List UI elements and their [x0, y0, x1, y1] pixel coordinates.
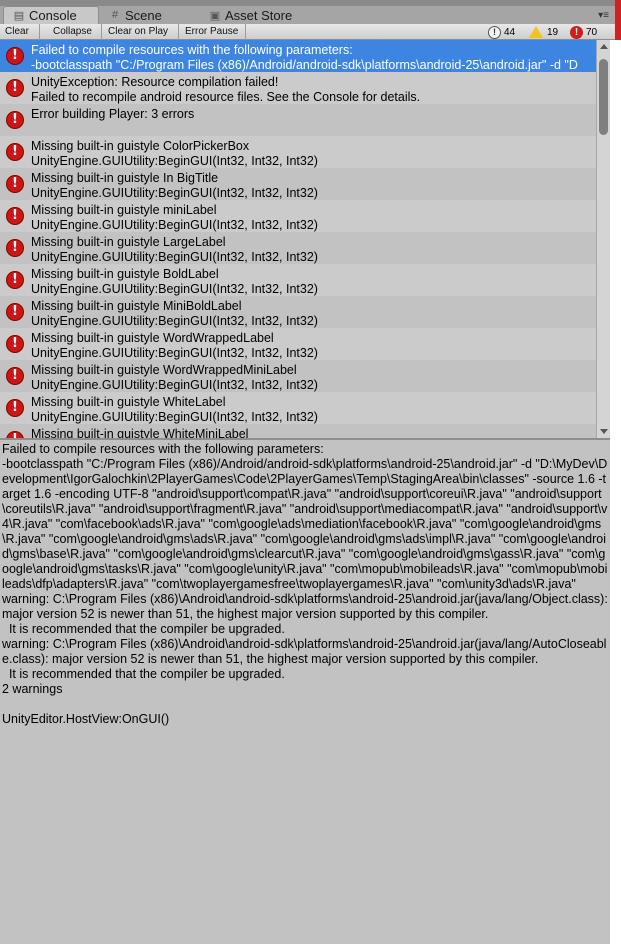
log-entry-message: Missing built-in guistyle MiniBoldLabel [31, 299, 242, 313]
log-entry-message: Missing built-in guistyle WhiteMiniLabel [31, 427, 249, 438]
tab-scene[interactable]: # Scene [100, 6, 190, 24]
tab-scene-label: Scene [125, 7, 162, 23]
error-icon: ! [6, 431, 24, 438]
log-entry[interactable]: ! Failed to compile resources with the f… [0, 40, 596, 72]
log-entry[interactable]: ! Missing built-in guistyle In BigTitle … [0, 168, 596, 200]
clear-button[interactable]: Clear [0, 24, 40, 40]
log-entry-detail: UnityEngine.GUIUtility:BeginGUI(Int32, I… [31, 154, 318, 168]
log-entry-detail: -bootclasspath "C:/Program Files (x86)/A… [31, 58, 578, 72]
warning-icon [529, 26, 543, 38]
warning-count: 19 [547, 26, 559, 38]
log-entry-message: UnityException: Resource compilation fai… [31, 75, 279, 89]
log-entry[interactable]: ! Error building Player: 3 errors [0, 104, 596, 136]
log-entry-text: Missing built-in guistyle LargeLabel Uni… [31, 235, 318, 265]
log-entry[interactable]: ! Missing built-in guistyle WordWrappedM… [0, 360, 596, 392]
log-entry-text: Missing built-in guistyle WordWrappedLab… [31, 331, 318, 361]
error-icon: ! [6, 47, 24, 65]
log-entry-detail: UnityEngine.GUIUtility:BeginGUI(Int32, I… [31, 282, 318, 296]
error-icon: ! [6, 335, 24, 353]
error-icon: ! [6, 239, 24, 257]
error-pause-button[interactable]: Error Pause [180, 24, 246, 40]
log-entry[interactable]: ! Missing built-in guistyle MiniBoldLabe… [0, 296, 596, 328]
scroll-down-arrow-icon[interactable] [600, 429, 608, 434]
right-edge-panel [610, 40, 621, 944]
info-count-toggle[interactable]: ! 44 [488, 24, 515, 40]
right-edge-red-strip [615, 0, 621, 40]
collapse-button[interactable]: Collapse [48, 24, 102, 40]
tab-asset-store[interactable]: ▣ Asset Store [200, 6, 320, 24]
log-entry-text: Missing built-in guistyle miniLabel Unit… [31, 203, 318, 233]
log-entry-message: Missing built-in guistyle LargeLabel [31, 235, 226, 249]
error-icon: ! [6, 303, 24, 321]
log-entry-text: Error building Player: 3 errors [31, 107, 194, 122]
log-entry-text: UnityException: Resource compilation fai… [31, 75, 420, 105]
log-list-scrollbar[interactable] [596, 40, 610, 438]
console-toolbar: Clear Collapse Clear on Play Error Pause… [0, 24, 615, 40]
error-count: 70 [586, 26, 598, 38]
log-list: ! Failed to compile resources with the f… [0, 40, 596, 438]
error-icon: ! [570, 25, 583, 39]
log-entry-detail: Failed to recompile android resource fil… [31, 90, 421, 104]
log-entry-text: Missing built-in guistyle ColorPickerBox… [31, 139, 318, 169]
log-entry-detail: UnityEngine.GUIUtility:BeginGUI(Int32, I… [31, 378, 318, 392]
log-entry-message: Missing built-in guistyle WordWrappedMin… [31, 363, 297, 377]
log-entry-detail: UnityEngine.GUIUtility:BeginGUI(Int32, I… [31, 218, 318, 232]
log-entry-message: Missing built-in guistyle WordWrappedLab… [31, 331, 274, 345]
info-count: 44 [504, 26, 516, 38]
log-entry[interactable]: ! Missing built-in guistyle ColorPickerB… [0, 136, 596, 168]
scroll-up-arrow-icon[interactable] [600, 44, 608, 49]
log-entry-detail: UnityEngine.GUIUtility:BeginGUI(Int32, I… [31, 186, 318, 200]
log-entry[interactable]: ! Missing built-in guistyle LargeLabel U… [0, 232, 596, 264]
scene-grid-icon: # [111, 9, 119, 21]
log-entry-text: Missing built-in guistyle WhiteLabel Uni… [31, 395, 318, 425]
log-entry-detail: UnityEngine.GUIUtility:BeginGUI(Int32, I… [31, 410, 318, 424]
info-icon: ! [488, 25, 501, 39]
log-entry-message: Missing built-in guistyle BoldLabel [31, 267, 219, 281]
log-entry-message: Error building Player: 3 errors [31, 107, 195, 121]
log-entry-message: Missing built-in guistyle ColorPickerBox [31, 139, 250, 153]
log-entry[interactable]: ! Missing built-in guistyle BoldLabel Un… [0, 264, 596, 296]
warning-count-toggle[interactable]: 19 [529, 24, 558, 40]
log-entry-text: Missing built-in guistyle WordWrappedMin… [31, 363, 318, 393]
error-icon: ! [6, 367, 24, 385]
log-entry[interactable]: ! Missing built-in guistyle WhiteLabel U… [0, 392, 596, 424]
log-entry-message: Missing built-in guistyle In BigTitle [31, 171, 219, 185]
tab-asset-store-label: Asset Store [225, 7, 293, 23]
asset-store-bag-icon: ▣ [209, 9, 221, 22]
log-entry-text: Missing built-in guistyle WhiteMiniLabel [31, 427, 248, 438]
log-entry-text: Missing built-in guistyle BoldLabel Unit… [31, 267, 318, 297]
log-entry[interactable]: ! Missing built-in guistyle WordWrappedL… [0, 328, 596, 360]
log-entry-detail: UnityEngine.GUIUtility:BeginGUI(Int32, I… [31, 250, 318, 264]
tab-console[interactable]: ▤ Console [3, 6, 99, 24]
tab-menu-icon[interactable]: ▾≡ [598, 10, 609, 21]
error-count-toggle[interactable]: ! 70 [570, 24, 597, 40]
console-icon: ▤ [13, 10, 25, 22]
log-entry-text: Missing built-in guistyle In BigTitle Un… [31, 171, 318, 201]
error-icon: ! [6, 207, 24, 225]
log-entry-text: Failed to compile resources with the fol… [31, 43, 578, 73]
tab-console-label: Console [29, 8, 77, 23]
log-entry[interactable]: ! Missing built-in guistyle WhiteMiniLab… [0, 424, 596, 438]
log-entry-message: Missing built-in guistyle WhiteLabel [31, 395, 226, 409]
log-entry-message: Missing built-in guistyle miniLabel [31, 203, 217, 217]
error-icon: ! [6, 271, 24, 289]
log-detail-text: Failed to compile resources with the fol… [2, 442, 608, 726]
log-entry[interactable]: ! UnityException: Resource compilation f… [0, 72, 596, 104]
log-entry-detail: UnityEngine.GUIUtility:BeginGUI(Int32, I… [31, 346, 318, 360]
log-entry-text: Missing built-in guistyle MiniBoldLabel … [31, 299, 318, 329]
error-icon: ! [6, 79, 24, 97]
log-detail-pane: Failed to compile resources with the fol… [0, 440, 610, 944]
tab-strip: ▤ Console # Scene ▣ Asset Store ▾≡ [0, 0, 621, 24]
error-icon: ! [6, 399, 24, 417]
log-entry[interactable]: ! Missing built-in guistyle miniLabel Un… [0, 200, 596, 232]
clear-on-play-button[interactable]: Clear on Play [103, 24, 179, 40]
log-entry-message: Failed to compile resources with the fol… [31, 43, 353, 57]
error-icon: ! [6, 143, 24, 161]
scrollbar-thumb[interactable] [599, 59, 608, 135]
error-icon: ! [6, 175, 24, 193]
error-icon: ! [6, 111, 24, 129]
log-entry-detail: UnityEngine.GUIUtility:BeginGUI(Int32, I… [31, 314, 318, 328]
